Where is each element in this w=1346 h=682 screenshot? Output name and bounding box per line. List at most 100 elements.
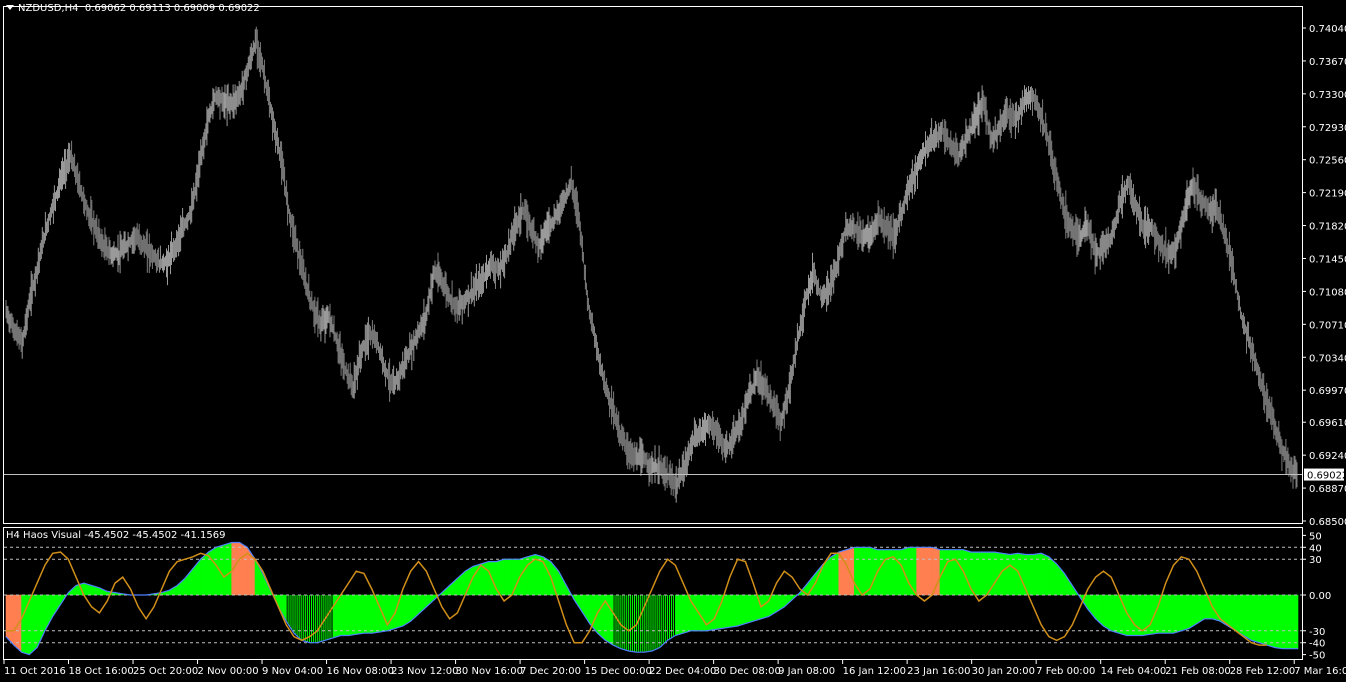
price-tick-label: 0.69240 [1309, 451, 1346, 462]
price-tick-label: 0.70340 [1309, 353, 1346, 364]
price-tick-label: 0.69970 [1309, 386, 1346, 397]
time-tick-label: 7 Dec 20:00 [520, 666, 581, 677]
time-tick-label: 11 Oct 2016 [4, 666, 66, 677]
histogram-segment [729, 594, 738, 628]
histogram-segment [1235, 594, 1244, 637]
time-axis: 11 Oct 2016 18 Oct 16:00 25 Oct 20:00 2 Nov… [3, 660, 1346, 677]
histogram-segment [1173, 594, 1182, 634]
histogram-segment [208, 546, 217, 596]
histogram-segment [239, 542, 248, 596]
indicator-tick-label: 0.00 [1309, 591, 1331, 602]
price-tick-label: 0.68500 [1309, 517, 1346, 528]
histogram-segment [169, 584, 178, 596]
time-tick-label: 30 Jan 20:00 [972, 666, 1035, 677]
price-tick-label: 0.69610 [1309, 418, 1346, 429]
time-tick-label: 23 Jan 16:00 [907, 666, 970, 677]
histogram-segment [713, 594, 723, 630]
histogram-segment [698, 594, 707, 632]
indicator-tick-label: 50 [1309, 531, 1322, 542]
histogram-segment [1110, 594, 1120, 634]
time-tick-label: 30 Nov 16:00 [456, 666, 523, 677]
histogram-segment [1103, 594, 1112, 632]
histogram-segment [737, 594, 746, 627]
price-bars [5, 26, 1298, 503]
chart-canvas[interactable]: 0.74040 0.73670 0.73300 0.72930 0.72560 0.721… [0, 0, 1346, 682]
histogram-segment [1289, 594, 1299, 649]
histogram-segment [1095, 594, 1104, 627]
histogram-segment [1258, 594, 1268, 646]
price-tick-label: 0.72190 [1309, 189, 1346, 200]
histogram-segment [1025, 554, 1034, 596]
histogram-segment [371, 594, 380, 634]
current-price-label: 0.69022 [1307, 471, 1346, 482]
histogram-segment [846, 546, 855, 596]
indicator-tick-label: 30 [1309, 555, 1322, 566]
time-tick-label: 18 Oct 16:00 [69, 666, 134, 677]
price-tick-label: 0.73300 [1309, 90, 1346, 101]
histogram-segment [355, 594, 365, 635]
price-tick-label: 0.73670 [1309, 57, 1346, 68]
price-tick-label: 0.74040 [1309, 24, 1346, 35]
ohlc-values: 0.69062 0.69113 0.69009 0.69022 [84, 3, 260, 14]
time-tick-label: 7 Feb 00:00 [1036, 666, 1095, 677]
price-tick-label: 0.71450 [1309, 254, 1346, 265]
histogram-segment [900, 546, 910, 596]
time-tick-label: 25 Oct 20:00 [133, 666, 198, 677]
chart-title: NZDUSD,H4 0.69062 0.69113 0.69009 0.6902… [6, 3, 260, 14]
time-tick-label: 21 Feb 08:00 [1165, 666, 1231, 677]
time-tick-label: 7 Mar 16:00 [1294, 666, 1346, 677]
histogram-segment [472, 563, 482, 596]
time-tick-label: 30 Dec 08:00 [714, 666, 781, 677]
histogram-segment [745, 594, 754, 625]
time-tick-label: 15 Dec 00:00 [585, 666, 652, 677]
histogram-segment [1118, 594, 1128, 636]
time-tick-label: 9 Jan 08:00 [778, 666, 835, 677]
time-tick-label: 16 Jan 12:00 [843, 666, 906, 677]
indicator-tick-label: 40 [1309, 543, 1322, 554]
histogram-segment [1087, 594, 1096, 620]
histogram-segment [1188, 594, 1198, 629]
histogram-segment [830, 551, 840, 596]
histogram-segment [363, 594, 373, 634]
indicator-tick-label: -30 [1309, 627, 1325, 638]
histogram-segment [340, 594, 349, 636]
dropdown-triangle-icon[interactable] [6, 5, 14, 10]
histogram-segment [503, 558, 513, 596]
histogram-segment [721, 594, 731, 629]
histogram-segment [752, 594, 762, 622]
price-tick-label: 0.71080 [1309, 287, 1346, 298]
price-tick-label: 0.71820 [1309, 222, 1346, 233]
time-tick-label: 14 Feb 04:00 [1101, 666, 1167, 677]
time-tick-label: 2 Nov 00:00 [198, 666, 259, 677]
histogram-segment [970, 551, 980, 596]
histogram-segment [955, 549, 964, 596]
histogram-segment [939, 549, 949, 596]
price-tick-label: 0.70710 [1309, 320, 1346, 331]
histogram-segment [379, 594, 388, 633]
indicator-tick-label: -40 [1309, 639, 1325, 650]
time-tick-label: 22 Dec 04:00 [649, 666, 716, 677]
histogram-segment [1180, 594, 1190, 632]
histogram-segment [978, 551, 987, 596]
histogram-segment [1282, 594, 1291, 649]
histogram-segment [892, 549, 902, 596]
histogram-segment [675, 594, 684, 636]
current-price-tag: 0.69022 [1304, 468, 1346, 482]
histogram-segment [387, 594, 396, 632]
histogram-segment [838, 549, 847, 596]
indicator-axis: 504030 0.00 -30-40-50 [1302, 531, 1331, 662]
time-tick-label: 16 Nov 08:00 [327, 666, 394, 677]
histogram-segment [581, 594, 591, 625]
indicator-tick-label: -50 [1309, 651, 1325, 662]
main-chart-frame [3, 6, 1303, 524]
histogram-segment [1251, 594, 1260, 644]
histogram-segment [449, 577, 458, 596]
histogram-segment [1274, 594, 1283, 650]
time-tick-label: 23 Nov 12:00 [391, 666, 458, 677]
histogram-segment [1266, 594, 1275, 648]
histogram-segment [176, 577, 186, 596]
histogram-segment [1165, 594, 1174, 634]
time-tick-label: 9 Nov 04:00 [262, 666, 323, 677]
histogram-segment [1157, 594, 1166, 634]
histogram-segment [877, 549, 886, 596]
